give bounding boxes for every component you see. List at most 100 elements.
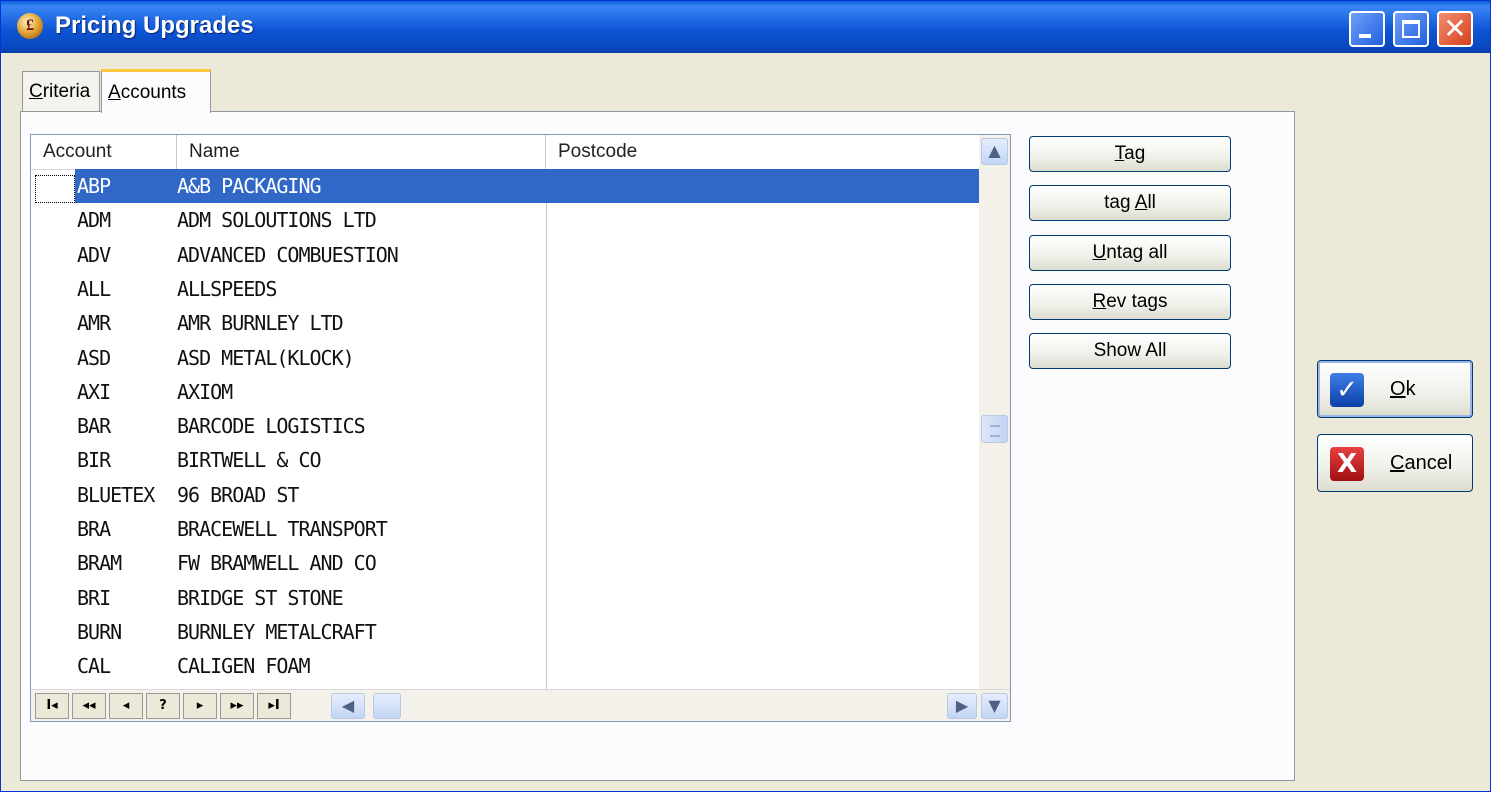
- prior-page-button[interactable]: ◂◂: [72, 693, 106, 719]
- ok-button[interactable]: ✓ Ok: [1317, 360, 1473, 418]
- name-cell: AMR BURNLEY LTD: [177, 311, 344, 336]
- account-cell: BIR: [77, 448, 111, 473]
- tab-accounts[interactable]: Accounts: [101, 69, 211, 113]
- scroll-down-button[interactable]: ▼: [981, 693, 1008, 719]
- tag-all-button-label: ll: [1147, 192, 1156, 213]
- ok-button-text: k: [1405, 378, 1416, 400]
- chevron-left-icon: ◀: [341, 696, 355, 715]
- scroll-right-button[interactable]: ▶: [947, 693, 977, 719]
- account-cell: ADV: [77, 242, 111, 267]
- account-cell: ABP: [77, 174, 111, 198]
- column-header-name[interactable]: Name: [177, 135, 546, 169]
- show-all-button[interactable]: Show All: [1029, 333, 1231, 369]
- account-cell: AMR: [77, 311, 111, 336]
- name-cell: BIRTWELL & CO: [177, 448, 322, 473]
- tag-button[interactable]: Tag: [1029, 136, 1231, 172]
- column-header-account[interactable]: Account: [31, 135, 177, 169]
- table-row[interactable]: AXI AXIOM: [31, 375, 979, 409]
- table-row[interactable]: AMR AMR BURNLEY LTD: [31, 306, 979, 340]
- name-cell: BURNLEY METALCRAFT: [177, 619, 377, 644]
- name-cell: BRIDGE ST STONE: [177, 585, 344, 610]
- accounts-grid[interactable]: Account Name Postcode ABP A&B PACKAGING AD…: [30, 134, 1011, 722]
- close-button[interactable]: ✕: [1437, 11, 1473, 47]
- account-cell: CAL: [77, 654, 111, 679]
- table-row[interactable]: BAR BARCODE LOGISTICS: [31, 409, 979, 443]
- table-row[interactable]: BIR BIRTWELL & CO: [31, 443, 979, 477]
- column-header-postcode[interactable]: Postcode: [546, 135, 979, 169]
- maximize-button[interactable]: [1393, 11, 1429, 47]
- row-focus-indicator: [35, 175, 75, 203]
- name-cell: BARCODE LOGISTICS: [177, 414, 366, 439]
- minimize-icon: [1359, 34, 1371, 38]
- tag-all-button-prefix: tag: [1104, 192, 1135, 213]
- account-cell: ASD: [77, 345, 111, 370]
- name-cell: 96 BROAD ST: [177, 482, 299, 507]
- last-record-button[interactable]: ▸I: [257, 693, 291, 719]
- app-icon: £: [17, 13, 43, 39]
- tab-criteria-label: riteria: [42, 81, 91, 102]
- tag-button-label: ag: [1124, 143, 1146, 164]
- maximize-icon: [1402, 20, 1420, 38]
- vertical-scroll-thumb[interactable]: [981, 415, 1008, 443]
- account-cell: BRAM: [77, 551, 122, 576]
- account-cell: AXI: [77, 379, 111, 404]
- table-row[interactable]: BURN BURNLEY METALCRAFT: [31, 615, 979, 649]
- tag-all-button-accesskey: A: [1134, 192, 1148, 213]
- scroll-left-button[interactable]: ◀: [331, 693, 365, 719]
- scroll-up-button[interactable]: ▲: [981, 138, 1008, 165]
- prior-record-button[interactable]: ◂: [109, 693, 143, 719]
- next-record-button[interactable]: ▸: [183, 693, 217, 719]
- name-cell: ALLSPEEDS: [177, 276, 277, 301]
- table-row[interactable]: BRI BRIDGE ST STONE: [31, 581, 979, 615]
- minimize-button[interactable]: [1349, 11, 1385, 47]
- table-row[interactable]: BRAM FW BRAMWELL AND CO: [31, 546, 979, 580]
- untag-all-button-accesskey: U: [1092, 242, 1107, 263]
- cancel-button[interactable]: X Cancel: [1317, 434, 1473, 492]
- next-page-button[interactable]: ▸▸: [220, 693, 254, 719]
- table-row[interactable]: ADM ADM SOLOUTIONS LTD: [31, 203, 979, 237]
- vertical-scrollbar[interactable]: ▲: [979, 135, 1010, 689]
- chevron-up-icon: ▲: [988, 141, 1001, 160]
- cancel-x-icon: X: [1330, 447, 1364, 481]
- account-cell: ALL: [77, 276, 111, 301]
- chevron-down-icon: ▼: [988, 696, 1001, 715]
- table-row[interactable]: BLUETEX 96 BROAD ST: [31, 478, 979, 512]
- table-row[interactable]: ADV ADVANCED COMBUESTION: [31, 238, 979, 272]
- account-cell: BRA: [77, 517, 111, 541]
- ok-button-accesskey: O: [1390, 378, 1406, 400]
- window-title: Pricing Upgrades: [55, 12, 254, 39]
- name-cell: A&B PACKAGING: [177, 174, 322, 198]
- account-cell: BLUETEX: [77, 482, 155, 507]
- name-cell: AXIOM: [177, 379, 233, 404]
- tab-accounts-accesskey: A: [108, 82, 121, 103]
- first-record-button[interactable]: I◂: [35, 693, 69, 719]
- cancel-button-text: ancel: [1404, 452, 1453, 474]
- account-cell: BRI: [77, 585, 111, 610]
- cancel-button-label: Cancel: [1390, 452, 1452, 475]
- tab-accounts-label: ccounts: [120, 82, 187, 103]
- rev-tags-button-label: ev tags: [1106, 291, 1168, 312]
- table-row[interactable]: ABP A&B PACKAGING: [75, 169, 979, 203]
- tab-criteria[interactable]: Criteria: [22, 71, 100, 111]
- name-cell: ADM SOLOUTIONS LTD: [177, 208, 377, 233]
- name-cell: ADVANCED COMBUESTION: [177, 242, 399, 267]
- untag-all-button[interactable]: Untag all: [1029, 235, 1231, 271]
- title-bar[interactable]: £ Pricing Upgrades ✕: [1, 1, 1490, 53]
- locate-button[interactable]: ?: [146, 693, 180, 719]
- tab-criteria-accesskey: C: [29, 81, 43, 102]
- untag-all-button-label: ntag all: [1106, 242, 1168, 263]
- chevron-right-icon: ▶: [955, 696, 969, 715]
- table-row[interactable]: ASD ASD METAL(KLOCK): [31, 341, 979, 375]
- rev-tags-button[interactable]: Rev tags: [1029, 284, 1231, 320]
- horizontal-scroll-thumb[interactable]: [373, 693, 401, 719]
- pricing-upgrades-window: £ Pricing Upgrades ✕ Criteria Accounts A…: [0, 0, 1491, 792]
- name-cell: CALIGEN FOAM: [177, 654, 310, 679]
- table-row[interactable]: ALL ALLSPEEDS: [31, 272, 979, 306]
- account-cell: ADM: [77, 208, 111, 233]
- ok-button-label: Ok: [1390, 378, 1416, 401]
- tag-all-button[interactable]: tag All: [1029, 185, 1231, 221]
- checkmark-icon: ✓: [1330, 373, 1364, 407]
- account-cell: BURN: [77, 619, 122, 644]
- table-row[interactable]: BRA BRACEWELL TRANSPORT: [31, 512, 979, 546]
- table-row[interactable]: CAL CALIGEN FOAM: [31, 649, 979, 683]
